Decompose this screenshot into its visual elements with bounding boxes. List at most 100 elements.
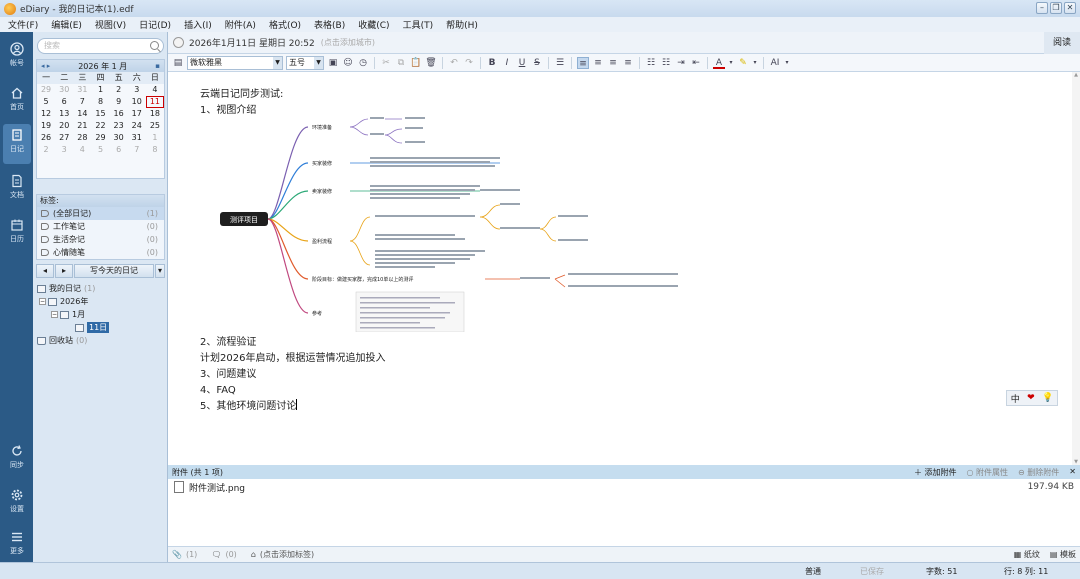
comment-icon[interactable]: 🗨 (211, 550, 221, 559)
entry-date[interactable]: 2026年1月11日 星期日 20:52 (189, 36, 315, 49)
calendar-day[interactable]: 30 (55, 84, 73, 96)
tree-recycle[interactable]: 回收站 (0) (37, 334, 164, 347)
calendar-nav-arrows[interactable]: ◂ ▸ (41, 62, 50, 70)
calendar-day[interactable]: 4 (146, 84, 164, 96)
attachment-item[interactable]: 附件测试.png 197.94 KB (168, 479, 1080, 495)
calendar-day[interactable]: 31 (73, 84, 91, 96)
close-attachment-panel-icon[interactable]: ✕ (1069, 467, 1076, 478)
calendar-day[interactable]: 4 (73, 144, 91, 156)
bullet-list-icon[interactable]: ☷ (645, 57, 657, 69)
calendar-day[interactable]: 3 (55, 144, 73, 156)
calendar-day[interactable]: 7 (128, 144, 146, 156)
menu-tools[interactable]: 工具(T) (399, 18, 438, 31)
calendar-day[interactable]: 1 (91, 84, 109, 96)
font-size-select[interactable]: 五号 (286, 55, 324, 70)
redo-icon[interactable]: ↷ (463, 57, 475, 69)
calendar-day[interactable]: 19 (37, 120, 55, 132)
font-family-select[interactable]: 微软雅黑 (187, 55, 283, 70)
attachment-properties-button[interactable]: ○ 附件属性 (967, 467, 1009, 478)
calendar-day[interactable]: 25 (146, 120, 164, 132)
line-spacing-icon[interactable]: ☰ (554, 57, 566, 69)
calendar-day[interactable]: 23 (110, 120, 128, 132)
calendar-day[interactable]: 5 (91, 144, 109, 156)
calendar-day[interactable]: 3 (128, 84, 146, 96)
highlight-icon[interactable]: ✎ (737, 57, 749, 69)
calendar-day[interactable]: 8 (146, 144, 164, 156)
emoji-icon[interactable]: ☺ (342, 57, 354, 69)
calendar-day[interactable]: 28 (73, 132, 91, 144)
calendar-day[interactable]: 2 (110, 84, 128, 96)
tree-day[interactable]: 11日 (37, 321, 164, 334)
prev-day-button[interactable]: ◂ (36, 264, 54, 278)
minimize-button[interactable]: – (1036, 2, 1048, 14)
add-tag-field[interactable]: (点击添加标签) (260, 549, 314, 560)
rail-calendar-button[interactable]: 日历 (3, 214, 31, 254)
search-icon[interactable] (150, 41, 159, 50)
menu-attachment[interactable]: 附件(A) (221, 18, 260, 31)
tag-item-life[interactable]: 生活杂记 (0) (37, 233, 164, 246)
ime-heart-icon[interactable]: ❤ (1027, 393, 1035, 403)
rail-settings-button[interactable]: 设置 (3, 484, 31, 524)
content-scrollbar[interactable] (1072, 72, 1080, 465)
calendar-day[interactable]: 8 (91, 96, 109, 108)
cut-icon[interactable]: ✂ (380, 57, 392, 69)
align-justify-icon[interactable]: ≡ (622, 57, 634, 69)
ime-bulb-icon[interactable]: 💡 (1042, 393, 1053, 403)
calendar-day[interactable]: 26 (37, 132, 55, 144)
calendar-day[interactable]: 16 (110, 108, 128, 120)
location-field[interactable]: (点击添加城市) (321, 37, 375, 48)
calendar-day[interactable]: 14 (73, 108, 91, 120)
align-left-icon[interactable]: ≡ (577, 56, 589, 69)
rail-sync-button[interactable]: 同步 (3, 440, 31, 480)
calendar-day[interactable]: 13 (55, 108, 73, 120)
calendar-day[interactable]: 10 (128, 96, 146, 108)
weather-icon[interactable] (173, 37, 184, 48)
undo-icon[interactable]: ↶ (448, 57, 460, 69)
view-toggle-icon[interactable]: ▤ (172, 57, 184, 69)
bold-icon[interactable]: B (486, 57, 498, 69)
calendar-day[interactable]: 27 (55, 132, 73, 144)
tag-item-all[interactable]: (全部日记) (1) (37, 207, 164, 220)
outdent-icon[interactable]: ⇤ (690, 57, 702, 69)
search-input[interactable]: 搜索 (37, 38, 164, 54)
write-today-button[interactable]: 写今天的日记 (74, 264, 154, 278)
calendar-day[interactable]: 2 (37, 144, 55, 156)
rail-more-button[interactable]: 更多 (3, 526, 31, 566)
add-attachment-button[interactable]: ＋ 添加附件 (914, 467, 957, 478)
chevron-down-icon[interactable]: ▾ (784, 57, 790, 69)
calendar-day[interactable]: 20 (55, 120, 73, 132)
calendar-day[interactable]: 18 (146, 108, 164, 120)
calendar-day[interactable]: 29 (91, 132, 109, 144)
calendar-day[interactable]: 24 (128, 120, 146, 132)
calendar-day[interactable]: 22 (91, 120, 109, 132)
chevron-down-icon[interactable]: ▾ (752, 57, 758, 69)
calendar-day[interactable]: 6 (110, 144, 128, 156)
copy-icon[interactable]: ⧉ (395, 57, 407, 69)
calendar-menu-icon[interactable]: ▪ (155, 62, 160, 70)
template-button[interactable]: ▤ 模板 (1050, 549, 1076, 560)
paste-icon[interactable]: 📋 (410, 57, 422, 69)
calendar-day[interactable]: 1 (146, 132, 164, 144)
align-right-icon[interactable]: ≡ (607, 57, 619, 69)
calendar-day[interactable]: 7 (73, 96, 91, 108)
tag-item-mood[interactable]: 心情随笔 (0) (37, 246, 164, 259)
calendar-day[interactable]: 6 (55, 96, 73, 108)
align-center-icon[interactable]: ≡ (592, 57, 604, 69)
menu-view[interactable]: 视图(V) (91, 18, 130, 31)
calendar-day[interactable]: 5 (37, 96, 55, 108)
strikethrough-icon[interactable]: S (531, 57, 543, 69)
rail-diary-button[interactable]: 日记 (3, 124, 31, 164)
font-color-icon[interactable]: A (713, 57, 725, 69)
ime-toolbar[interactable]: 中 ❤ 💡 (1006, 390, 1058, 406)
chevron-down-icon[interactable]: ▾ (728, 57, 734, 69)
italic-icon[interactable]: I (501, 57, 513, 69)
calendar-day[interactable]: 11 (145, 96, 164, 108)
next-day-button[interactable]: ▸ (55, 264, 73, 278)
menu-table[interactable]: 表格(B) (310, 18, 349, 31)
calendar-day[interactable]: 12 (37, 108, 55, 120)
menu-favorites[interactable]: 收藏(C) (354, 18, 393, 31)
calendar-day[interactable]: 31 (128, 132, 146, 144)
editor-content[interactable]: 云端日记同步测试: 1、视图介绍 测评项目 环境准备 买家装修 卖家装修 盈利流… (168, 72, 1080, 465)
read-mode-button[interactable]: 阅读 (1044, 32, 1080, 54)
tag-item-work[interactable]: 工作笔记 (0) (37, 220, 164, 233)
